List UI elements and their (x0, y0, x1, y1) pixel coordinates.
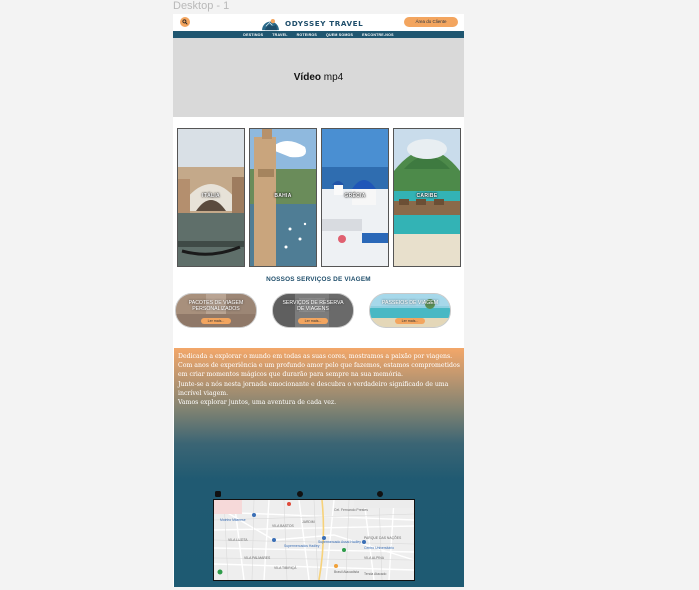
map-label: Tenda Atacado (364, 572, 387, 576)
video-placeholder[interactable]: Vídeo mp4 (173, 38, 464, 117)
destination-card-grecia[interactable]: GRÉCIA (321, 128, 389, 267)
map-label: VILA BASTOS (272, 524, 294, 528)
facebook-icon[interactable] (377, 491, 383, 497)
destination-card-italia[interactable]: ITÁLIA (177, 128, 245, 267)
map-label: Moinho Milanese (220, 518, 246, 522)
about-section: Dedicada a explorar o mundo em todas as … (174, 348, 464, 587)
map-label: JARDIM (302, 520, 315, 524)
services-title: NOSSOS SERVIÇOS DE VIAGEM (266, 276, 371, 283)
location-map[interactable]: Moinho Milanese VILA BASTOS Supermercado… (213, 499, 415, 581)
video-label-rest: mp4 (321, 72, 344, 83)
nav-item-quem-somos[interactable]: QUEM SOMOS (326, 33, 353, 37)
map-label: VILA PALMARES (244, 556, 271, 560)
map-label: VILA LUZITA (228, 538, 248, 542)
map-label: PARQUE DAS NAÇÕES (364, 536, 402, 540)
map-label: Cel. Fernando Prestes (334, 508, 368, 512)
service-card-custom-packages[interactable]: PACOTES DE VIAGEM PERSONALIZADOS Ler mai… (175, 293, 257, 328)
nav-item-destinos[interactable]: DESTINOS (243, 33, 263, 37)
globe-logo-icon (262, 18, 279, 30)
about-paragraph: Com anos de experiência e um profundo am… (178, 362, 460, 379)
map-label: Brasil Atacadista (334, 570, 360, 574)
main-nav: DESTINOS TRAVEL ROTEIROS QUEM SOMOS ENCO… (173, 31, 464, 38)
service-card-tours[interactable]: PASSEIOS DE VIAGEM Ler mais... (369, 293, 451, 328)
read-more-button[interactable]: Ler mais... (201, 318, 231, 324)
map-label: Centro Universitário (364, 546, 394, 550)
about-paragraph: Junte-se a nós nesta jornada emocionante… (178, 380, 449, 397)
nav-item-roteiros[interactable]: ROTEIROS (297, 33, 317, 37)
search-icon (182, 19, 188, 25)
service-title: PACOTES DE VIAGEM PERSONALIZADOS (188, 300, 244, 312)
client-area-button[interactable]: Área do Cliente (404, 17, 458, 27)
map-label: Supermercados Hadley (284, 544, 320, 548)
about-paragraph: Dedicada a explorar o mundo em todas as … (178, 353, 453, 360)
about-text: Dedicada a explorar o mundo em todas as … (178, 352, 460, 407)
about-paragraph: Vamos explorar juntos, uma aventura de c… (178, 399, 337, 407)
site-header: ODYSSEY TRAVEL Área do Cliente (173, 14, 464, 31)
map-label: VILA ALPINA (364, 556, 384, 560)
frame-title: Desktop - 1 (173, 0, 230, 12)
destination-label: ITÁLIA (202, 193, 220, 199)
destination-card-caribe[interactable]: CARIBE (393, 128, 461, 267)
desktop-frame: ODYSSEY TRAVEL Área do Cliente DESTINOS … (173, 14, 464, 587)
read-more-button[interactable]: Ler mais... (298, 318, 328, 324)
map-label: Supermercado Assaí Hadley (318, 540, 361, 544)
service-title: PASSEIOS DE VIAGEM (381, 300, 439, 306)
instagram-icon[interactable] (215, 491, 221, 497)
whatsapp-icon[interactable] (297, 491, 303, 497)
nav-item-encontre-nos[interactable]: ENCONTRE-NOS (362, 33, 394, 37)
search-button[interactable] (180, 17, 190, 27)
map-label: VILA TIBIRIÇÁ (274, 566, 297, 570)
destination-label: BAHIA (274, 193, 292, 199)
service-card-booking[interactable]: SERVIÇOS DE RESERVA DE VIAGENS Ler mais.… (272, 293, 354, 328)
read-more-button[interactable]: Ler mais... (395, 318, 425, 324)
service-title: SERVIÇOS DE RESERVA DE VIAGENS (282, 300, 344, 312)
video-label-bold: Vídeo (293, 72, 321, 83)
destination-label: CARIBE (416, 193, 438, 199)
brand-logo[interactable]: ODYSSEY TRAVEL (261, 15, 363, 31)
destination-card-bahia[interactable]: BAHIA (249, 128, 317, 267)
destination-label: GRÉCIA (344, 193, 366, 199)
video-label: Vídeo mp4 (294, 72, 343, 83)
brand-name: ODYSSEY TRAVEL (285, 18, 364, 28)
nav-item-travel[interactable]: TRAVEL (272, 33, 287, 37)
